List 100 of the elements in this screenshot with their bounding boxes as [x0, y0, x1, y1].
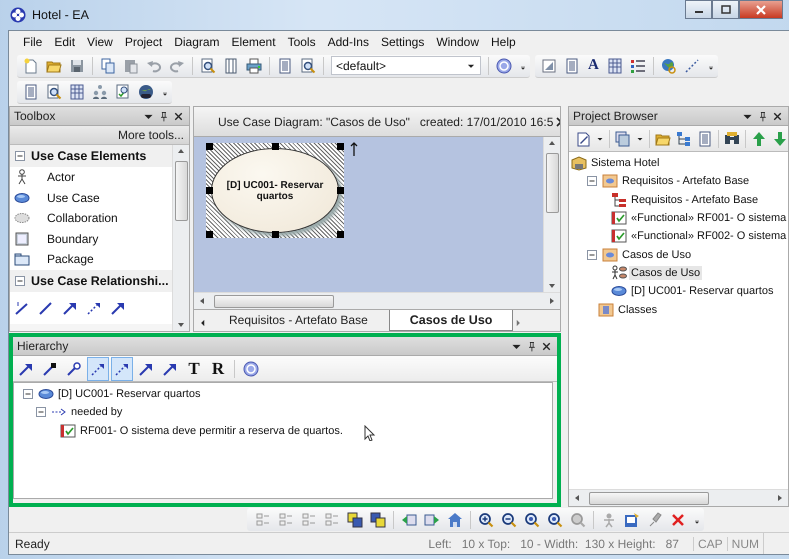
- diagram-tab[interactable]: Requisitos - Artefato Base: [208, 310, 389, 331]
- minimize-button[interactable]: [685, 0, 712, 19]
- relationship-button[interactable]: [87, 356, 109, 380]
- tree-item[interactable]: Sistema Hotel: [589, 156, 662, 170]
- resize-handle[interactable]: [272, 231, 278, 238]
- resize-handle[interactable]: [337, 143, 344, 150]
- layers-icon[interactable]: [370, 512, 386, 528]
- house-icon[interactable]: [447, 512, 463, 528]
- scroll-thumb[interactable]: [546, 153, 558, 213]
- new-document-icon[interactable]: [23, 58, 39, 74]
- diagram-tab[interactable]: Casos de Uso: [388, 310, 514, 331]
- grid-icon[interactable]: [606, 58, 623, 74]
- tree-item[interactable]: [D] UC001- Reservar quartos: [56, 387, 202, 402]
- menu-item[interactable]: Help: [485, 33, 522, 51]
- picture-icon[interactable]: [624, 512, 640, 528]
- tree-item[interactable]: «Functional» RF001- O sistema: [629, 211, 788, 226]
- section-header[interactable]: Use Case Elements: [10, 145, 172, 167]
- plug-icon[interactable]: [647, 512, 663, 528]
- zoom-out-icon[interactable]: [501, 512, 517, 528]
- tree-item[interactable]: Requisitos - Artefato Base: [620, 174, 752, 188]
- menu-item[interactable]: Edit: [48, 33, 82, 51]
- maximize-button[interactable]: [712, 0, 739, 19]
- scroll-left-icon[interactable]: [573, 494, 581, 502]
- align-icon[interactable]: [324, 512, 340, 528]
- page-icon[interactable]: [223, 58, 239, 74]
- layers-icon[interactable]: [347, 512, 363, 528]
- tree-item[interactable]: Casos de Uso: [620, 248, 694, 262]
- menu-item[interactable]: Settings: [374, 33, 430, 51]
- scroll-thumb[interactable]: [214, 294, 334, 308]
- resize-handle[interactable]: [337, 231, 344, 238]
- copy-icon[interactable]: [100, 58, 116, 74]
- align-icon[interactable]: [255, 512, 271, 528]
- toolbox-item[interactable]: Boundary: [10, 228, 172, 249]
- help-icon[interactable]: [496, 58, 512, 74]
- text-button[interactable]: A: [587, 57, 600, 74]
- toolbox-item[interactable]: Package: [10, 249, 172, 270]
- scroll-down-icon[interactable]: [548, 282, 556, 290]
- text-button[interactable]: R: [207, 356, 229, 380]
- tree-item[interactable]: RF001- O sistema deve permitir a reserva de quartos.: [78, 424, 345, 438]
- image-icon[interactable]: [541, 58, 557, 74]
- scroll-down-icon[interactable]: [177, 321, 185, 329]
- toolbox-item[interactable]: Collaboration: [10, 208, 172, 228]
- perspective-dropdown[interactable]: <default>: [331, 56, 481, 75]
- menu-item[interactable]: Add-Ins: [322, 33, 375, 51]
- scroll-thumb[interactable]: [174, 161, 188, 221]
- scroll-right-icon[interactable]: [776, 494, 784, 502]
- resize-handle[interactable]: [206, 143, 213, 150]
- align-icon[interactable]: [278, 512, 294, 528]
- stacked-pages-icon[interactable]: [615, 130, 631, 146]
- toolbox-item[interactable]: Actor: [10, 167, 172, 188]
- people-icon[interactable]: [92, 84, 108, 100]
- menu-item[interactable]: Window: [430, 33, 485, 51]
- menu-item[interactable]: View: [81, 33, 119, 51]
- resize-handle[interactable]: [337, 187, 344, 194]
- tree-item[interactable]: Classes: [616, 302, 660, 317]
- menu-item[interactable]: Project: [118, 33, 168, 51]
- resize-handle[interactable]: [206, 231, 213, 238]
- scroll-left-icon[interactable]: [198, 297, 206, 305]
- grid-icon[interactable]: [69, 84, 85, 100]
- scrollbar[interactable]: [569, 489, 788, 506]
- line-icon[interactable]: [38, 300, 54, 316]
- scroll-up-icon[interactable]: [177, 147, 185, 155]
- binoculars-icon[interactable]: [724, 130, 740, 146]
- new-element-icon[interactable]: [575, 130, 591, 146]
- paste-icon[interactable]: [123, 58, 139, 74]
- delete-icon[interactable]: [670, 512, 686, 528]
- magnifier-icon[interactable]: [524, 512, 540, 528]
- menu-item[interactable]: File: [17, 33, 48, 51]
- tree-item[interactable]: [D] UC001- Reservar quartos: [629, 284, 776, 298]
- magnifier-page-icon[interactable]: [200, 58, 216, 74]
- magnifier-page-icon[interactable]: [46, 84, 62, 100]
- scrollbar[interactable]: [543, 137, 560, 292]
- collapse-icon[interactable]: [12, 148, 28, 164]
- scroll-thumb[interactable]: [589, 492, 709, 504]
- zoom-in-icon[interactable]: [478, 512, 494, 528]
- list-icon[interactable]: [630, 58, 646, 74]
- text-button[interactable]: T: [183, 356, 205, 380]
- magnifier-page-icon[interactable]: [300, 58, 316, 74]
- relationship-button[interactable]: [111, 356, 133, 380]
- document-icon[interactable]: [23, 84, 39, 100]
- resize-handle[interactable]: [206, 187, 213, 194]
- forward-arrow-icon[interactable]: [424, 512, 440, 528]
- scroll-up-icon[interactable]: [548, 139, 556, 147]
- scroll-right-icon[interactable]: [548, 297, 556, 305]
- document-icon[interactable]: [564, 58, 580, 74]
- magnifier-page-icon[interactable]: [115, 84, 131, 100]
- tree-item[interactable]: Requisitos - Artefato Base: [629, 192, 760, 207]
- scrollbar[interactable]: [194, 292, 560, 309]
- menu-item[interactable]: Element: [226, 33, 282, 51]
- resize-handle[interactable]: [272, 143, 278, 150]
- tree-icon[interactable]: [676, 130, 692, 146]
- down-arrow-icon[interactable]: [772, 130, 788, 146]
- menu-item[interactable]: Tools: [282, 33, 322, 51]
- tree-item[interactable]: «Functional» RF002- O sistema: [629, 229, 788, 244]
- section-header[interactable]: Use Case Relationshi...: [10, 270, 172, 292]
- document-icon[interactable]: [277, 58, 293, 74]
- tree-item[interactable]: needed by: [69, 405, 124, 420]
- close-button[interactable]: [739, 0, 783, 19]
- tree-item[interactable]: Casos de Uso: [629, 266, 702, 280]
- document-icon[interactable]: [697, 130, 713, 146]
